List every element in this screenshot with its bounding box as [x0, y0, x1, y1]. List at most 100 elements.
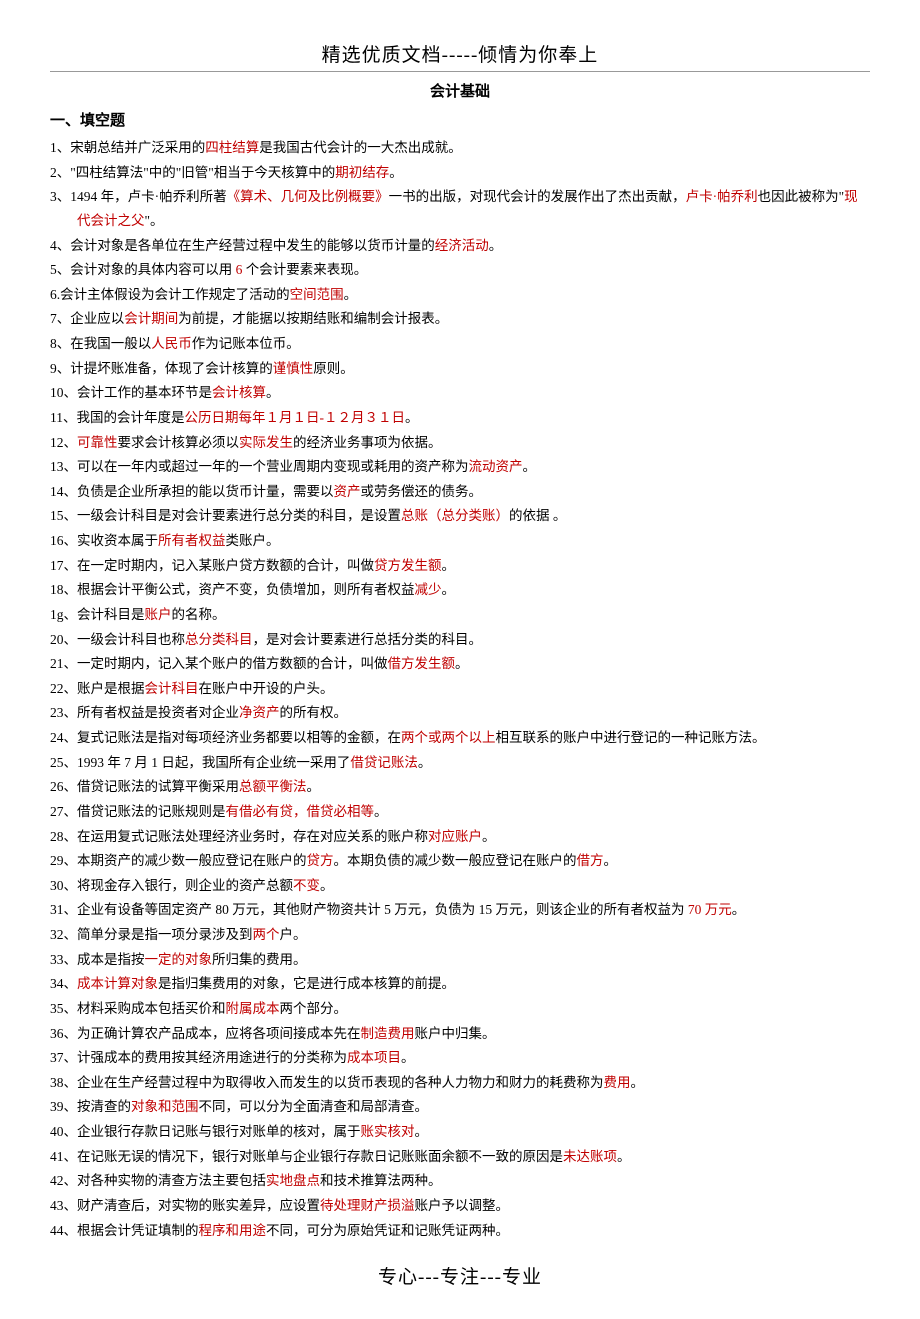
question-text: 可以在一年内或超过一年的一个营业周期内变现或耗用的资产称为 [77, 459, 469, 474]
question-text: 类账户。 [226, 533, 280, 548]
question-item: 13、可以在一年内或超过一年的一个营业周期内变现或耗用的资产称为流动资产。 [50, 455, 870, 479]
question-text: 相互联系的账户中进行登记的一种记账方法。 [496, 730, 766, 745]
question-text: 所有者权益是投资者对企业 [77, 705, 239, 720]
question-text: 企业在生产经营过程中为取得收入而发生的以货币表现的各种人力物力和财力的耗费称为 [77, 1075, 604, 1090]
question-item: 12、可靠性要求会计核算必须以实际发生的经济业务事项为依据。 [50, 431, 870, 455]
question-text: 一定时期内，记入某个账户的借方数额的合计，叫做 [77, 656, 388, 671]
question-text: 一级会计科目是对会计要素进行总分类的科目，是设置 [77, 508, 401, 523]
question-text: 宋朝总结并广泛采用的 [70, 140, 205, 155]
answer-text: 一定的对象 [145, 952, 213, 967]
answer-text: 流动资产 [469, 459, 523, 474]
question-text: 账户是根据 [77, 681, 145, 696]
answer-text: 账户 [145, 607, 172, 622]
item-number: 8、 [50, 336, 70, 351]
item-number: 2、 [50, 165, 70, 180]
question-text: 为正确计算农产品成本，应将各项间接成本先在 [77, 1026, 361, 1041]
question-text: 1993 年 7 月 1 日起，我国所有企业统一采用了 [77, 755, 350, 770]
question-item: 36、为正确计算农产品成本，应将各项间接成本先在制造费用账户中归集。 [50, 1022, 870, 1046]
question-text: 。 [374, 804, 388, 819]
item-number: 34、 [50, 976, 77, 991]
answer-text: 制造费用 [361, 1026, 415, 1041]
question-text: 企业应以 [70, 311, 124, 326]
question-item: 1、宋朝总结并广泛采用的四柱结算是我国古代会计的一大杰出成就。 [50, 136, 870, 160]
question-item: 6.会计主体假设为会计工作规定了活动的空间范围。 [50, 283, 870, 307]
question-text: 按清查的 [77, 1099, 131, 1114]
question-text: 会计主体假设为会计工作规定了活动的 [60, 287, 290, 302]
question-text: 的名称。 [172, 607, 226, 622]
item-number: 4、 [50, 238, 70, 253]
item-number: 21、 [50, 656, 77, 671]
question-text: 要求会计核算必须以 [118, 435, 240, 450]
question-text: 两个部分。 [280, 1001, 348, 1016]
question-text: 将现金存入银行，则企业的资产总额 [77, 878, 293, 893]
question-text: 实收资本属于 [77, 533, 158, 548]
question-text: 。 [489, 238, 503, 253]
question-item: 14、负债是企业所承担的能以货币计量，需要以资产或劳务偿还的债务。 [50, 480, 870, 504]
item-number: 39、 [50, 1099, 77, 1114]
question-text: 在记账无误的情况下，银行对账单与企业银行存款日记账账面余额不一致的原因是 [77, 1149, 563, 1164]
question-item: 27、借贷记账法的记账规则是有借必有贷，借贷必相等。 [50, 800, 870, 824]
question-item: 30、将现金存入银行，则企业的资产总额不变。 [50, 874, 870, 898]
answer-text: 两个 [253, 927, 280, 942]
answer-text: 总分类科目 [185, 632, 253, 647]
question-item: 43、财产清查后，对实物的账实差异，应设置待处理财产损溢账户予以调整。 [50, 1194, 870, 1218]
question-text: 。 [418, 755, 432, 770]
answer-text: 四柱结算 [205, 140, 259, 155]
section-title: 一、填空题 [50, 109, 870, 130]
question-text: "四柱结算法"中的"旧管"相当于今天核算中的 [70, 165, 335, 180]
answer-text: 对应账户 [428, 829, 482, 844]
item-number: 25、 [50, 755, 77, 770]
answer-text: 对象和范围 [131, 1099, 199, 1114]
item-number: 1、 [50, 140, 70, 155]
question-text: 复式记账法是指对每项经济业务都要以相等的金额，在 [77, 730, 401, 745]
question-item: 34、成本计算对象是指归集费用的对象，它是进行成本核算的前提。 [50, 972, 870, 996]
question-item: 23、所有者权益是投资者对企业净资产的所有权。 [50, 701, 870, 725]
item-number: 32、 [50, 927, 77, 942]
question-text: 为前提，才能据以按期结账和编制会计报表。 [178, 311, 448, 326]
item-number: 3、 [50, 189, 70, 204]
question-item: 33、成本是指按一定的对象所归集的费用。 [50, 948, 870, 972]
item-number: 44、 [50, 1223, 77, 1238]
question-item: 7、企业应以会计期间为前提，才能据以按期结账和编制会计报表。 [50, 307, 870, 331]
answer-text: 两个或两个以上 [401, 730, 496, 745]
answer-text: 70 万元 [688, 902, 732, 917]
question-text: 计提坏账准备，体现了会计核算的 [70, 361, 273, 376]
question-item: 28、在运用复式记账法处理经济业务时，存在对应关系的账户称对应账户。 [50, 825, 870, 849]
question-text: 。 [266, 385, 280, 400]
item-number: 31、 [50, 902, 77, 917]
answer-text: 未达账项 [563, 1149, 617, 1164]
answer-text: 可靠性 [77, 435, 118, 450]
page-title: 会计基础 [50, 80, 870, 101]
item-number: 11、 [50, 410, 77, 425]
question-text: 或劳务偿还的债务。 [361, 484, 483, 499]
question-text: 财产清查后，对实物的账实差异，应设置 [77, 1198, 320, 1213]
answer-text: 谨慎性 [273, 361, 314, 376]
question-item: 16、实收资本属于所有者权益类账户。 [50, 529, 870, 553]
answer-text: 人民币 [151, 336, 192, 351]
answer-text: 借方 [577, 853, 604, 868]
question-text: 。 [617, 1149, 631, 1164]
item-number: 12、 [50, 435, 77, 450]
answer-text: 空间范围 [290, 287, 344, 302]
answer-text: 所有者权益 [158, 533, 226, 548]
header-divider [50, 71, 870, 72]
page-footer: 专心---专注---专业 [50, 1262, 870, 1289]
question-text: 是我国古代会计的一大杰出成就。 [259, 140, 462, 155]
item-number: 22、 [50, 681, 77, 696]
question-text: 也因此被称为" [758, 189, 845, 204]
question-text: 。 [442, 558, 456, 573]
question-text: 。 [389, 165, 403, 180]
question-text: 。 [455, 656, 469, 671]
answer-text: 会计期间 [124, 311, 178, 326]
question-text: 会计科目是 [77, 607, 145, 622]
question-item: 25、1993 年 7 月 1 日起，我国所有企业统一采用了借贷记账法。 [50, 751, 870, 775]
item-number: 37、 [50, 1050, 77, 1065]
question-item: 38、企业在生产经营过程中为取得收入而发生的以货币表现的各种人力物力和财力的耗费… [50, 1071, 870, 1095]
question-text: "。 [145, 213, 164, 228]
question-item: 1g、会计科目是账户的名称。 [50, 603, 870, 627]
answer-text: 费用 [604, 1075, 631, 1090]
answer-text: 有借必有贷，借贷必相等 [226, 804, 375, 819]
question-text: 根据会计平衡公式，资产不变，负债增加，则所有者权益 [77, 582, 415, 597]
answer-text: 净资产 [239, 705, 280, 720]
item-number: 14、 [50, 484, 77, 499]
